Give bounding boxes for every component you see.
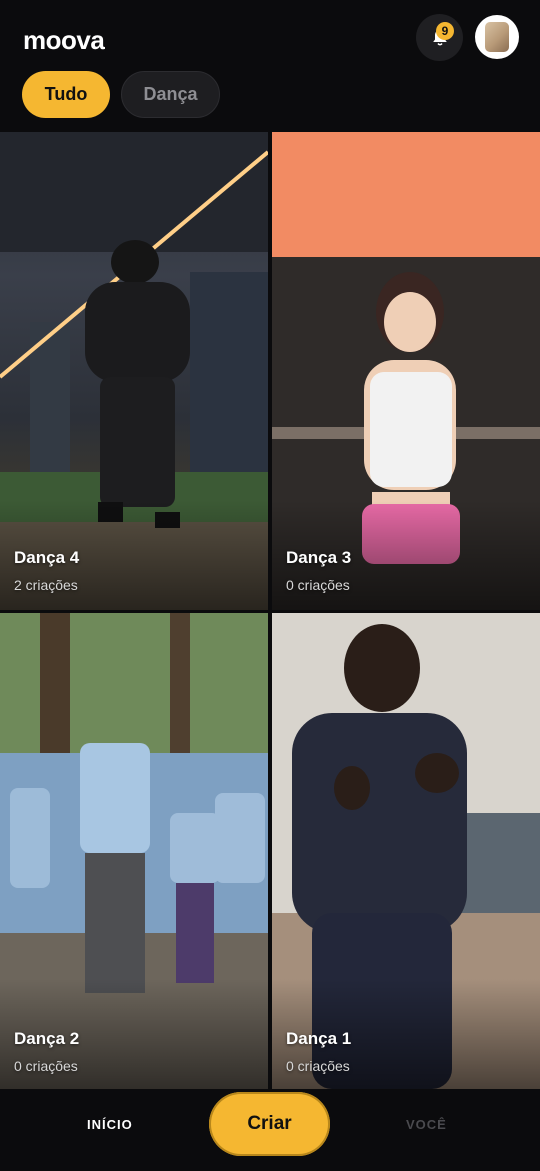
dance-card[interactable]: Dança 3 0 criações [272,132,540,610]
dance-card[interactable]: Dança 1 0 criações [272,613,540,1089]
card-subtitle: 2 criações [14,577,78,593]
dance-card[interactable]: Dança 4 2 criações [0,132,268,610]
dance-card[interactable]: Dança 2 0 criações [0,613,268,1089]
card-title: Dança 3 [286,548,352,567]
top-bar: moova 9 Tudo Dança [0,0,540,132]
filter-chip-tudo[interactable]: Tudo [22,71,110,118]
card-subtitle: 0 criações [286,1058,350,1074]
dance-grid: Dança 4 2 criações Dança 3 0 criações Da… [0,132,540,1089]
nav-home[interactable]: INÍCIO [87,1117,133,1132]
avatar-image [485,22,509,52]
nav-profile[interactable]: VOCÊ [406,1117,447,1132]
card-subtitle: 0 criações [286,577,350,593]
card-subtitle: 0 criações [14,1058,78,1074]
card-title: Dança 4 [14,548,80,567]
filter-chip-danca[interactable]: Dança [121,71,220,118]
card-title: Dança 2 [14,1029,80,1048]
card-title: Dança 1 [286,1029,352,1048]
bottom-nav: INÍCIO Criar VOCÊ [0,1089,540,1171]
app-logo: moova [23,25,105,55]
profile-avatar[interactable] [475,15,519,59]
create-button[interactable]: Criar [209,1092,330,1156]
notification-badge: 9 [436,22,454,40]
notifications-button[interactable]: 9 [416,14,463,61]
